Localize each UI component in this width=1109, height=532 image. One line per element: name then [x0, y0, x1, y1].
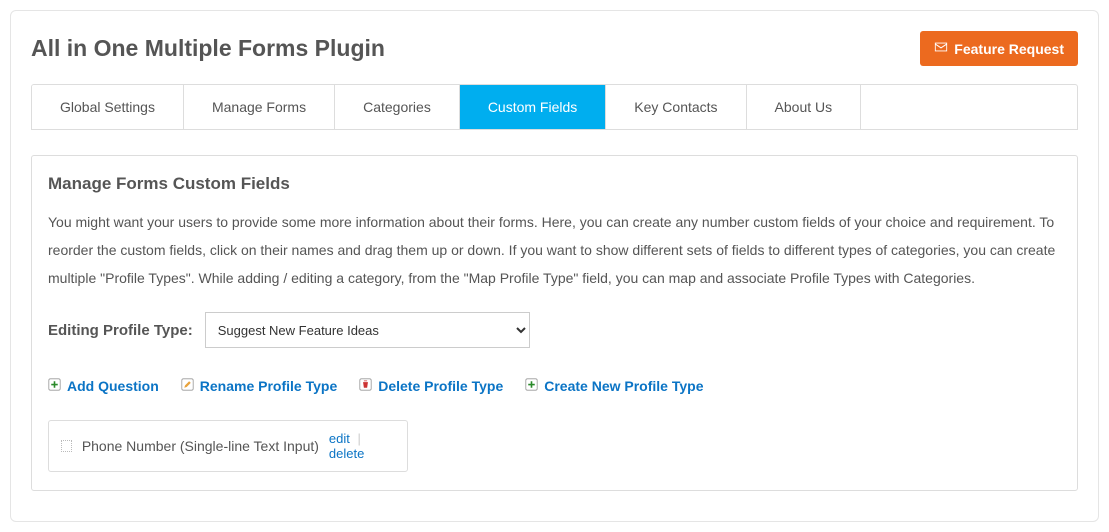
field-links: edit | delete: [329, 431, 395, 461]
page-title: All in One Multiple Forms Plugin: [31, 35, 385, 62]
delete-profile-link[interactable]: Delete Profile Type: [359, 378, 503, 394]
rename-profile-label: Rename Profile Type: [200, 378, 337, 394]
field-delete-link[interactable]: delete: [329, 446, 364, 461]
panel-title: Manage Forms Custom Fields: [48, 174, 1061, 194]
tab-key-contacts[interactable]: Key Contacts: [606, 85, 746, 129]
tab-categories[interactable]: Categories: [335, 85, 460, 129]
edit-profile-label: Editing Profile Type:: [48, 322, 193, 339]
panel: Manage Forms Custom Fields You might wan…: [31, 155, 1078, 491]
field-row[interactable]: Phone Number (Single-line Text Input) ed…: [48, 420, 408, 472]
feature-request-label: Feature Request: [954, 41, 1064, 57]
page-container: All in One Multiple Forms Plugin Feature…: [10, 10, 1099, 522]
plus-icon: [48, 378, 61, 394]
drag-handle-icon[interactable]: [61, 440, 72, 452]
tab-global-settings[interactable]: Global Settings: [32, 85, 184, 129]
tab-about-us[interactable]: About Us: [747, 85, 862, 129]
trash-icon: [359, 378, 372, 394]
header-row: All in One Multiple Forms Plugin Feature…: [31, 31, 1078, 66]
panel-description: You might want your users to provide som…: [48, 208, 1061, 292]
add-icon: [525, 378, 538, 394]
separator: |: [358, 431, 361, 446]
actions-row: Add Question Rename Profile Type Delete …: [48, 378, 1061, 394]
pencil-icon: [181, 378, 194, 394]
rename-profile-link[interactable]: Rename Profile Type: [181, 378, 337, 394]
tab-custom-fields[interactable]: Custom Fields: [460, 85, 606, 129]
create-profile-label: Create New Profile Type: [544, 378, 703, 394]
field-name: Phone Number (Single-line Text Input): [82, 438, 319, 454]
delete-profile-label: Delete Profile Type: [378, 378, 503, 394]
field-edit-link[interactable]: edit: [329, 431, 350, 446]
create-profile-link[interactable]: Create New Profile Type: [525, 378, 703, 394]
tab-manage-forms[interactable]: Manage Forms: [184, 85, 335, 129]
add-question-label: Add Question: [67, 378, 159, 394]
mail-icon: [934, 40, 948, 57]
add-question-link[interactable]: Add Question: [48, 378, 159, 394]
profile-type-select[interactable]: Suggest New Feature Ideas: [205, 312, 530, 348]
tabs: Global Settings Manage Forms Categories …: [31, 84, 1078, 130]
feature-request-button[interactable]: Feature Request: [920, 31, 1078, 66]
edit-profile-row: Editing Profile Type: Suggest New Featur…: [48, 312, 1061, 348]
